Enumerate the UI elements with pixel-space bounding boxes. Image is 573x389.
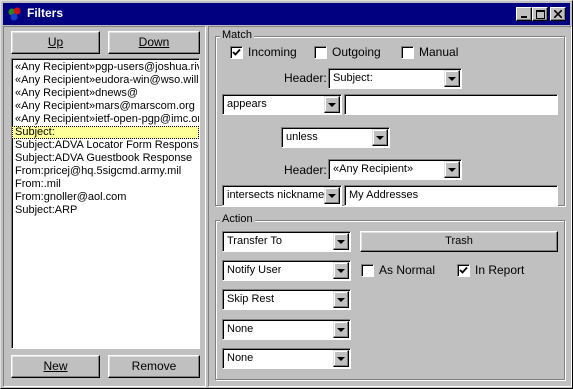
conjunction-value: unless	[286, 131, 318, 143]
window-title: Filters	[27, 6, 64, 20]
header1-value: Subject:	[333, 72, 373, 84]
list-item-selected[interactable]: Subject:	[12, 126, 199, 139]
action1-value: Transfer To	[227, 235, 283, 247]
manual-label: Manual	[419, 45, 459, 59]
verb2-value: intersects nickname	[227, 189, 325, 201]
up-button[interactable]: Up	[11, 31, 100, 54]
eudora-app-icon	[8, 7, 21, 21]
action4-dropdown[interactable]: None	[222, 319, 351, 340]
incoming-label: Incoming	[248, 45, 297, 59]
chevron-down-icon[interactable]	[324, 187, 340, 204]
list-item[interactable]: «Any Recipient»dnews@	[12, 87, 199, 100]
filters-window: Filters Up Down «Any Recipient»pgp-users…	[0, 0, 573, 389]
list-item[interactable]: From:pricej@hq.5sigcmd.army.mil	[12, 165, 199, 178]
action3-value: Skip Rest	[227, 293, 275, 305]
list-item[interactable]: «Any Recipient»ietf-open-pgp@imc.org	[12, 113, 199, 126]
header1-dropdown[interactable]: Subject:	[328, 68, 462, 89]
list-item[interactable]: «Any Recipient»mars@marscom.org	[12, 100, 199, 113]
in-report-label: In Report	[475, 263, 525, 277]
list-item[interactable]: From:gnoller@aol.com	[12, 191, 199, 204]
match-text1-input[interactable]	[344, 94, 558, 115]
filter-list[interactable]: «Any Recipient»pgp-users@joshua.rive «An…	[11, 58, 200, 349]
list-item[interactable]: «Any Recipient»eudora-win@wso.willia	[12, 74, 199, 87]
match-text2-value: My Addresses	[349, 189, 419, 201]
outgoing-label: Outgoing	[332, 45, 381, 59]
action5-value: None	[227, 352, 254, 364]
minimize-button[interactable]	[516, 7, 532, 21]
down-button[interactable]: Down	[108, 31, 200, 54]
action2-value: Notify User	[227, 264, 282, 276]
conjunction-dropdown[interactable]: unless	[281, 127, 390, 148]
minimize-icon	[521, 16, 527, 18]
list-item[interactable]: From:.mil	[12, 178, 199, 191]
verb1-dropdown[interactable]: appears	[222, 94, 342, 115]
header2-dropdown[interactable]: «Any Recipient»	[328, 159, 462, 180]
title-bar[interactable]: Filters	[3, 3, 570, 25]
outgoing-checkbox[interactable]	[314, 46, 327, 59]
chevron-down-icon[interactable]	[324, 96, 340, 113]
chevron-down-icon[interactable]	[333, 233, 349, 250]
match-text2-input[interactable]: My Addresses	[344, 185, 558, 206]
header2-label: Header:	[284, 163, 327, 177]
close-icon	[554, 10, 562, 18]
chevron-down-icon[interactable]	[333, 321, 349, 338]
remove-button[interactable]: Remove	[108, 355, 200, 378]
match-group	[215, 36, 565, 206]
list-item[interactable]: Subject:ADVA Guestbook Response	[12, 152, 199, 165]
trash-button-label: Trash	[445, 235, 473, 247]
header1-label: Header:	[284, 71, 327, 85]
verb2-dropdown[interactable]: intersects nickname	[222, 185, 342, 206]
verb1-value: appears	[227, 98, 267, 110]
header2-value: «Any Recipient»	[333, 163, 414, 175]
action5-dropdown[interactable]: None	[222, 348, 351, 369]
action3-dropdown[interactable]: Skip Rest	[222, 289, 351, 310]
down-button-label: Down	[138, 35, 170, 49]
list-item[interactable]: «Any Recipient»pgp-users@joshua.rive	[12, 61, 199, 74]
action1-dropdown[interactable]: Transfer To	[222, 231, 351, 252]
checkmark-icon	[459, 266, 468, 274]
action4-value: None	[227, 323, 254, 335]
chevron-down-icon[interactable]	[444, 70, 460, 87]
action2-dropdown[interactable]: Notify User	[222, 260, 351, 281]
maximize-icon	[535, 9, 545, 19]
manual-checkbox[interactable]	[401, 46, 414, 59]
new-button-label: New	[43, 359, 68, 373]
incoming-checkbox[interactable]	[230, 46, 243, 59]
list-item[interactable]: Subject:ARP	[12, 204, 199, 217]
chevron-down-icon[interactable]	[333, 350, 349, 367]
match-legend: Match	[220, 29, 254, 41]
in-report-checkbox[interactable]	[457, 264, 470, 277]
checkmark-icon	[232, 48, 241, 56]
chevron-down-icon[interactable]	[372, 129, 388, 146]
new-button[interactable]: New	[11, 355, 100, 378]
maximize-button[interactable]	[532, 7, 548, 21]
chevron-down-icon[interactable]	[333, 262, 349, 279]
action-legend: Action	[220, 213, 255, 225]
remove-button-label: Remove	[131, 359, 177, 373]
trash-button[interactable]: Trash	[360, 231, 558, 252]
as-normal-checkbox[interactable]	[361, 264, 374, 277]
list-item[interactable]: Subject:ADVA Locator Form Response	[12, 139, 199, 152]
close-button[interactable]	[550, 7, 566, 21]
up-button-label: Up	[47, 35, 64, 49]
chevron-down-icon[interactable]	[333, 291, 349, 308]
chevron-down-icon[interactable]	[444, 161, 460, 178]
as-normal-label: As Normal	[379, 263, 436, 277]
